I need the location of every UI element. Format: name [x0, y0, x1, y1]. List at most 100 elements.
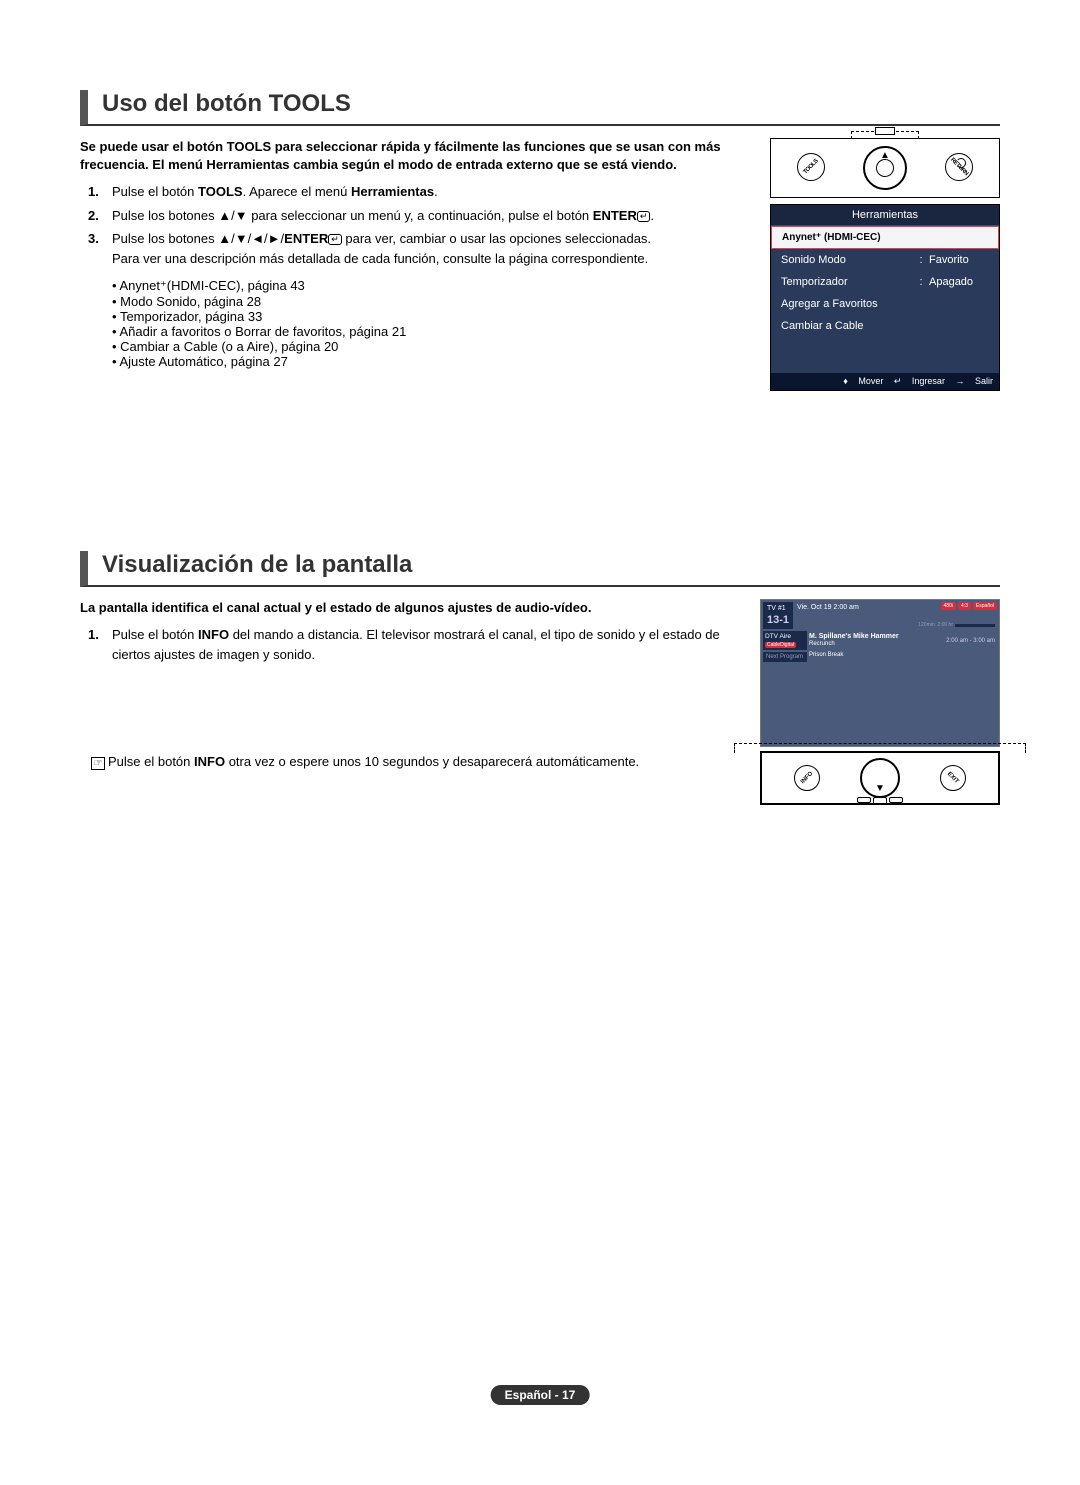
intro-text: Se puede usar el botón TOOLS para selecc…: [80, 138, 754, 174]
dpad-inner: [876, 159, 894, 177]
footer-mover: ♦ Mover: [843, 376, 883, 386]
remote-illustration: TOOLS ▲ RETURN: [770, 138, 1000, 198]
tools-menu-item-selected: Anynet⁺ (HDMI-CEC): [771, 226, 999, 249]
tv-number-cell: TV #1 13-1: [763, 602, 793, 629]
t: . Aparece el menú: [243, 184, 351, 199]
small-button: [857, 797, 871, 803]
bullet-item: Anynet⁺(HDMI-CEC), página 43: [112, 278, 754, 294]
footer-ingresar: ↵ Ingresar: [894, 376, 945, 386]
step-number: 3.: [88, 229, 112, 268]
bullet-item: Añadir a favoritos o Borrar de favoritos…: [112, 324, 754, 339]
datetime: Vie. Oct 19 2:00 am: [795, 602, 861, 629]
tools-menu-item: Sonido Modo : Favorito: [771, 249, 999, 271]
item-value: Apagado: [929, 276, 989, 288]
return-arc-icon: [956, 158, 966, 168]
step-1: 1. Pulse el botón INFO del mando a dista…: [88, 625, 744, 664]
page-footer: Español - 17: [491, 1385, 590, 1405]
info-badges: 480i 4:3 Español: [941, 602, 997, 610]
time-progress: 120min: 2:00 hr: [918, 622, 995, 628]
section-title-tools: Uso del botón TOOLS: [80, 90, 1000, 126]
footer-salir: → Salir: [955, 376, 993, 386]
t: Pulse el botón: [108, 754, 194, 769]
t: Salir: [975, 376, 993, 386]
step-body: Pulse el botón INFO del mando a distanci…: [112, 625, 744, 664]
step-1: 1. Pulse el botón TOOLS. Aparece el menú…: [88, 182, 754, 202]
t: ENTER: [284, 231, 328, 246]
arrow-down-icon: ▼: [875, 783, 885, 794]
colon: :: [913, 276, 929, 288]
bullets-list: Anynet⁺(HDMI-CEC), página 43 Modo Sonido…: [112, 278, 754, 369]
remote-info-button: INFO: [794, 765, 820, 791]
info-bar-screenshot: 480i 4:3 Español TV #1 13-1 Vie. Oct 19 …: [760, 599, 1000, 747]
step-3: 3. Pulse los botones ▲/▼/◄/►/ENTER↵ para…: [88, 229, 754, 268]
progress-bar: [955, 624, 995, 627]
content-row: Se puede usar el botón TOOLS para selecc…: [80, 138, 1000, 391]
exit-label: EXIT: [946, 771, 960, 785]
t: para ver, cambiar o usar las opciones se…: [342, 231, 651, 246]
t: Mover: [858, 376, 883, 386]
dtv-label: DTV Aire: [765, 633, 791, 640]
item-label: Temporizador: [781, 276, 913, 288]
steps-list-2: 1. Pulse el botón INFO del mando a dista…: [88, 625, 744, 664]
remote-dpad-2: ▼: [860, 758, 900, 798]
t: Pulse los botones ▲/▼/◄/►/: [112, 231, 284, 246]
tv-label: TV #1: [767, 605, 786, 612]
badge: Español: [973, 602, 997, 610]
remote-illustration-2: INFO ▼ EXIT: [760, 751, 1000, 805]
steps-list: 1. Pulse el botón TOOLS. Aparece el menú…: [88, 182, 754, 268]
t: TOOLS: [198, 184, 243, 199]
bullet-item: Ajuste Automático, página 27: [112, 354, 754, 369]
bullet-item: Temporizador, página 33: [112, 309, 754, 324]
step-number: 1.: [88, 182, 112, 202]
content-row-2: La pantalla identifica el canal actual y…: [80, 599, 1000, 805]
bullet-item: Modo Sonido, página 28: [112, 294, 754, 309]
t: otra vez o espere unos 10 segundos y des…: [225, 754, 639, 769]
info-row-3: Next Program Prison Break: [761, 650, 999, 664]
t: INFO: [194, 754, 225, 769]
t: Para ver una descripción más detallada d…: [112, 251, 648, 266]
t: ENTER: [593, 208, 637, 223]
info-label: INFO: [800, 771, 814, 785]
remote-return-button: RETURN: [945, 153, 973, 181]
t: INFO: [198, 627, 229, 642]
item-value: Favorito: [929, 254, 989, 266]
remote-dpad: ▲: [863, 146, 907, 190]
next-label: Next Program: [763, 652, 807, 662]
tools-menu-item: Cambiar a Cable: [771, 315, 999, 337]
remote-tools-button: TOOLS: [797, 153, 825, 181]
tools-label: TOOLS: [802, 158, 819, 175]
signal-cell: DTV Aire CableDigital: [763, 631, 807, 651]
step-number: 2.: [88, 206, 112, 226]
small-button: [889, 797, 903, 803]
badge: 4:3: [958, 602, 971, 610]
item-label: Cambiar a Cable: [781, 320, 989, 332]
t: M. Spillane's Mike Hammer: [809, 633, 899, 640]
colon: :: [913, 254, 929, 266]
next-program-title: Prison Break: [809, 652, 843, 662]
remote-ir-led: [875, 127, 895, 135]
dpad-circle: ▲: [863, 146, 907, 190]
intro-text-2: La pantalla identifica el canal actual y…: [80, 599, 744, 617]
side-graphics-info: 480i 4:3 Español TV #1 13-1 Vie. Oct 19 …: [760, 599, 1000, 805]
section-tools: Uso del botón TOOLS Se puede usar el bot…: [80, 90, 1000, 391]
note-body: Pulse el botón INFO otra vez o espere un…: [108, 754, 639, 769]
section-visualization: Visualización de la pantalla La pantalla…: [80, 551, 1000, 805]
remote-bottom-buttons: [857, 797, 903, 805]
content-text-2: La pantalla identifica el canal actual y…: [80, 599, 744, 805]
enter-icon: ↵: [328, 234, 342, 245]
t: Pulse el botón: [112, 627, 198, 642]
time-elapsed: 120min: 2:00 hr: [918, 622, 953, 628]
step-body: Pulse los botones ▲/▼/◄/►/ENTER↵ para ve…: [112, 229, 754, 268]
remote-dash-2: [734, 743, 1026, 753]
small-button: [873, 797, 887, 805]
section-title-visualization: Visualización de la pantalla: [80, 551, 1000, 587]
t: Pulse el botón: [112, 184, 198, 199]
enter-icon: ↵: [637, 211, 651, 222]
note-icon: ☞: [88, 754, 108, 769]
time-range: 2:00 am - 3:00 am: [946, 638, 995, 644]
note-line: ☞ Pulse el botón INFO otra vez o espere …: [88, 754, 744, 769]
item-label: Agregar a Favoritos: [781, 298, 989, 310]
t: .: [650, 208, 654, 223]
tools-menu-item: Temporizador : Apagado: [771, 271, 999, 293]
item-label: Anynet⁺ (HDMI-CEC): [782, 232, 988, 243]
